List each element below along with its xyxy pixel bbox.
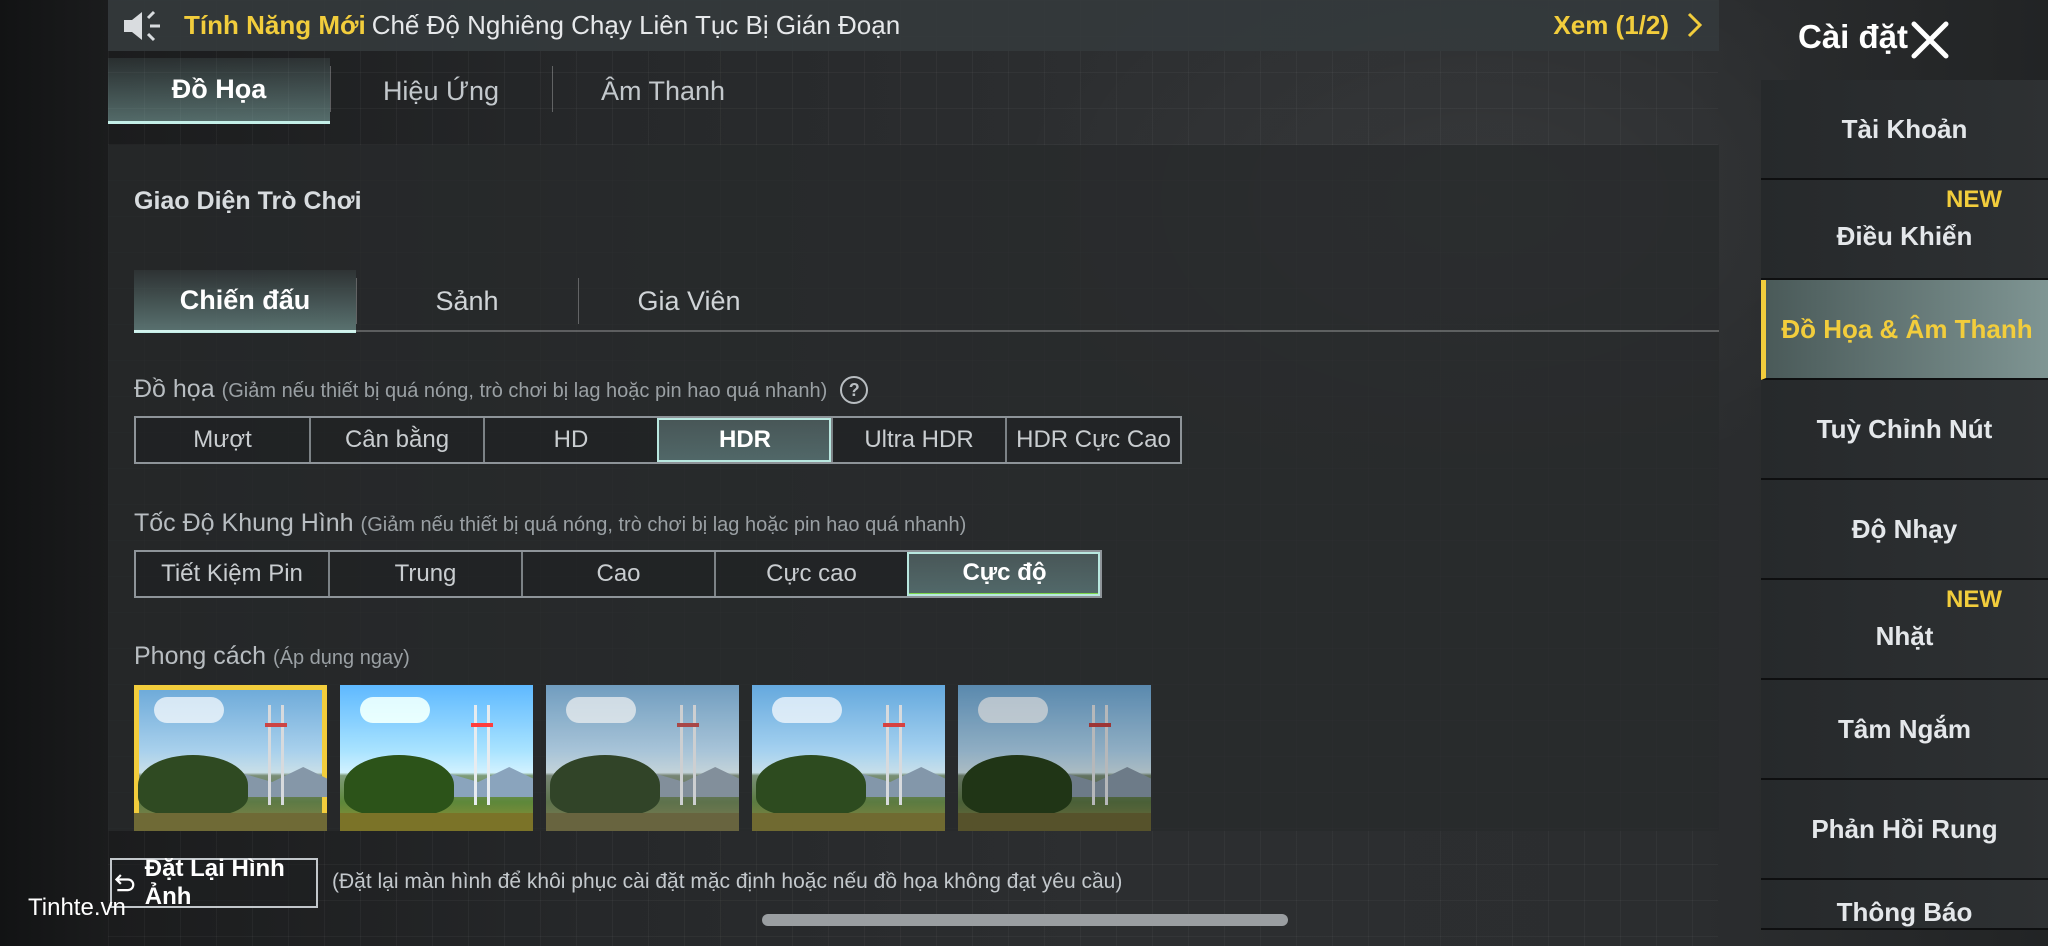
main-tabs: Đồ Họa Hiệu Ứng Âm Thanh <box>108 58 774 124</box>
reset-graphics-button[interactable]: Đặt Lại Hình Ảnh <box>110 855 318 910</box>
style-thumbnail-2[interactable] <box>340 685 533 831</box>
fps-option-extreme[interactable]: Cực độ <box>907 552 1100 596</box>
divider <box>134 330 1719 332</box>
tab-sound[interactable]: Âm Thanh <box>552 58 774 124</box>
graphics-option-hdr[interactable]: HDR <box>657 418 831 462</box>
fps-option-medium[interactable]: Trung <box>328 552 521 596</box>
sidebar-item-pickup[interactable]: NEW Nhặt <box>1761 580 2048 680</box>
graphics-option-extreme-hdr[interactable]: HDR Cực Cao <box>1005 418 1180 462</box>
home-indicator[interactable] <box>762 914 1288 926</box>
frame-rate-label-text: Tốc Độ Khung Hình <box>134 509 354 537</box>
tab-lobby[interactable]: Sảnh <box>356 270 578 333</box>
style-thumbnail-5[interactable] <box>958 685 1151 831</box>
style-label: Phong cách (Áp dụng ngay) <box>134 642 410 671</box>
frame-rate-label: Tốc Độ Khung Hình (Giảm nếu thiết bị quá… <box>134 509 966 538</box>
style-thumbnail-4[interactable] <box>752 685 945 831</box>
reset-button-label: Đặt Lại Hình Ảnh <box>144 855 285 910</box>
graphics-label: Đồ họa (Giảm nếu thiết bị quá nóng, trò … <box>134 375 869 405</box>
sidebar-item-label: Tuỳ Chỉnh Nút <box>1816 413 1993 444</box>
chevron-right-icon[interactable] <box>1683 10 1707 40</box>
settings-title: Cài đặt <box>1798 18 1909 55</box>
sidebar-item-label: Đồ Họa & Âm Thanh <box>1781 313 2033 344</box>
sidebar-item-vibration[interactable]: Phản Hồi Rung <box>1761 780 2048 880</box>
sidebar-item-label: Phản Hồi Rung <box>1811 813 1998 844</box>
new-badge: NEW <box>1946 186 2002 213</box>
settings-sidebar: Tài Khoản NEW Điều Khiển Đồ Họa & Âm Tha… <box>1761 80 2048 930</box>
frame-rate-note: (Giảm nếu thiết bị quá nóng, trò chơi bị… <box>360 514 967 536</box>
style-thumbnail-1[interactable] <box>134 685 327 831</box>
sidebar-item-label: Tâm Ngắm <box>1838 713 1971 744</box>
tab-home[interactable]: Gia Viên <box>578 270 800 333</box>
sidebar-item-sensitivity[interactable]: Độ Nhạy <box>1761 480 2048 580</box>
new-badge: NEW <box>1946 586 2002 613</box>
sidebar-item-label: Điều Khiển <box>1836 220 1973 251</box>
frame-rate-selector: Tiết Kiệm Pin Trung Cao Cực cao Cực độ <box>134 550 1102 598</box>
sidebar-item-label: Thông Báo <box>1836 897 1973 927</box>
graphics-quality-selector: Mượt Cân bằng HD HDR Ultra HDR HDR Cực C… <box>134 416 1182 464</box>
reset-note: (Đặt lại màn hình để khôi phục cài đặt m… <box>332 870 1123 893</box>
section-title-interface: Giao Diện Trò Chơi <box>134 187 362 215</box>
sidebar-item-controls[interactable]: NEW Điều Khiển <box>1761 180 2048 280</box>
fps-option-ultra[interactable]: Cực cao <box>714 552 907 596</box>
tab-effects[interactable]: Hiệu Ứng <box>330 58 552 124</box>
tab-combat[interactable]: Chiến đấu <box>134 270 356 333</box>
sidebar-item-label: Tài Khoản <box>1841 113 1968 144</box>
close-icon[interactable] <box>1908 18 1952 62</box>
fps-option-battery-saver[interactable]: Tiết Kiệm Pin <box>136 552 328 596</box>
graphics-label-text: Đồ họa <box>134 375 215 403</box>
banner-highlight: Tính Năng Mới <box>184 10 366 40</box>
graphics-option-balanced[interactable]: Cân bằng <box>309 418 483 462</box>
settings-panel: Giao Diện Trò Chơi Chiến đấu Sảnh Gia Vi… <box>108 145 1719 831</box>
news-banner[interactable]: Tính Năng Mới Chế Độ Nghiêng Chạy Liên T… <box>108 0 1719 51</box>
graphics-option-smooth[interactable]: Mượt <box>136 418 309 462</box>
sidebar-item-customize-buttons[interactable]: Tuỳ Chỉnh Nút <box>1761 380 2048 480</box>
sidebar-item-notifications[interactable]: Thông Báo <box>1761 880 2048 930</box>
question-circle-icon[interactable]: ? <box>840 376 869 405</box>
sidebar-item-label: Độ Nhạy <box>1851 513 1958 544</box>
style-note: (Áp dụng ngay) <box>273 647 410 669</box>
banner-message: Chế Độ Nghiêng Chạy Liên Tục Bị Gián Đoạ… <box>371 10 901 40</box>
style-label-text: Phong cách <box>134 642 267 670</box>
speaker-icon <box>120 8 168 44</box>
interface-tabs: Chiến đấu Sảnh Gia Viên <box>134 270 800 333</box>
sidebar-item-account[interactable]: Tài Khoản <box>1761 80 2048 180</box>
style-thumbnail-3[interactable] <box>546 685 739 831</box>
style-thumbnails <box>134 685 1151 831</box>
fps-option-high[interactable]: Cao <box>521 552 714 596</box>
sidebar-item-label: Nhặt <box>1875 620 1934 651</box>
watermark: Tinhte.vn <box>28 894 126 921</box>
graphics-option-ultra-hdr[interactable]: Ultra HDR <box>831 418 1005 462</box>
banner-view-link[interactable]: Xem (1/2) <box>1553 10 1669 41</box>
undo-arrow-icon <box>114 874 135 892</box>
graphics-option-hd[interactable]: HD <box>483 418 657 462</box>
graphics-note: (Giảm nếu thiết bị quá nóng, trò chơi bị… <box>221 380 828 402</box>
sidebar-item-graphics-sound[interactable]: Đồ Họa & Âm Thanh <box>1761 280 2048 380</box>
tab-graphics[interactable]: Đồ Họa <box>108 58 330 124</box>
sidebar-item-crosshair[interactable]: Tâm Ngắm <box>1761 680 2048 780</box>
